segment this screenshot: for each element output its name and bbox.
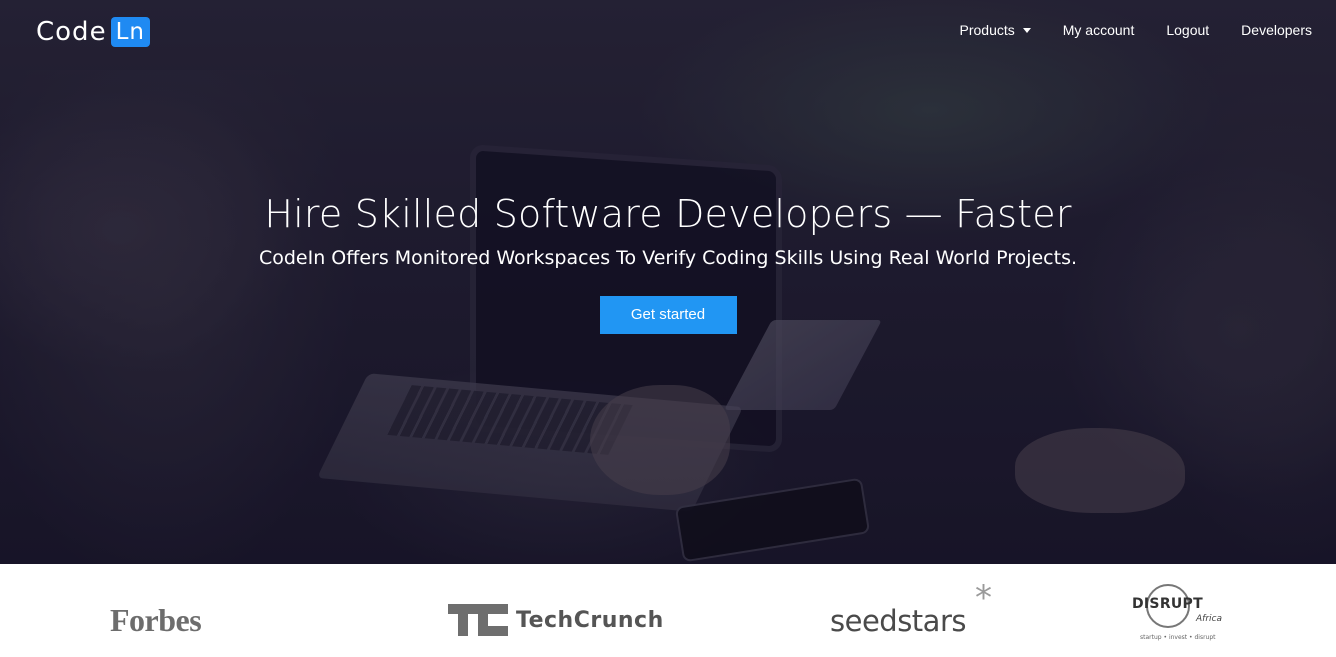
nav-links: Products My account Logout Developers (928, 22, 1313, 38)
nav-item-label: Logout (1166, 22, 1210, 38)
nav-item-label: My account (1062, 22, 1135, 38)
brand-box: Ln (110, 17, 150, 47)
nav-item-products[interactable]: Products (960, 22, 1031, 38)
techcrunch-logo: TechCrunch (448, 604, 664, 636)
seedstars-wordmark: seedstars (830, 604, 966, 638)
techcrunch-mark-icon (448, 604, 508, 636)
disrupt-wordmark: DISRUPT (1132, 596, 1203, 612)
forbes-logo: Forbes (110, 602, 202, 638)
get-started-button[interactable]: Get started (599, 296, 737, 334)
caret-down-icon (1022, 27, 1031, 33)
nav-item-my-account[interactable]: My account (1063, 22, 1135, 38)
navbar: Code Ln Products My account Logout Devel… (0, 0, 1336, 64)
brand-word: Code (36, 17, 107, 47)
hero-content: Hire Skilled Software Developers — Faste… (0, 188, 1336, 334)
disrupt-africa-logo: DISRUPT Africa startup • invest • disrup… (1130, 580, 1230, 650)
hero-title: Hire Skilled Software Developers — Faste… (264, 192, 1072, 236)
disrupt-africa-sub: Africa (1196, 614, 1222, 624)
nav-item-developers[interactable]: Developers (1241, 22, 1312, 38)
techcrunch-wordmark: TechCrunch (516, 607, 664, 633)
nav-item-label: Developers (1241, 22, 1312, 38)
brand-logo[interactable]: Code Ln (36, 16, 150, 48)
press-logos-bar: Forbes TechCrunch seedstars * DISRUPT Af… (0, 564, 1336, 657)
nav-item-logout[interactable]: Logout (1166, 22, 1209, 38)
nav-item-label: Products (959, 22, 1015, 38)
disrupt-tagline: startup • invest • disrupt (1140, 634, 1216, 641)
asterisk-icon: * (975, 578, 992, 618)
hero-subtitle: CodeIn Offers Monitored Workspaces To Ve… (258, 247, 1078, 269)
hero-section: Code Ln Products My account Logout Devel… (0, 0, 1336, 564)
